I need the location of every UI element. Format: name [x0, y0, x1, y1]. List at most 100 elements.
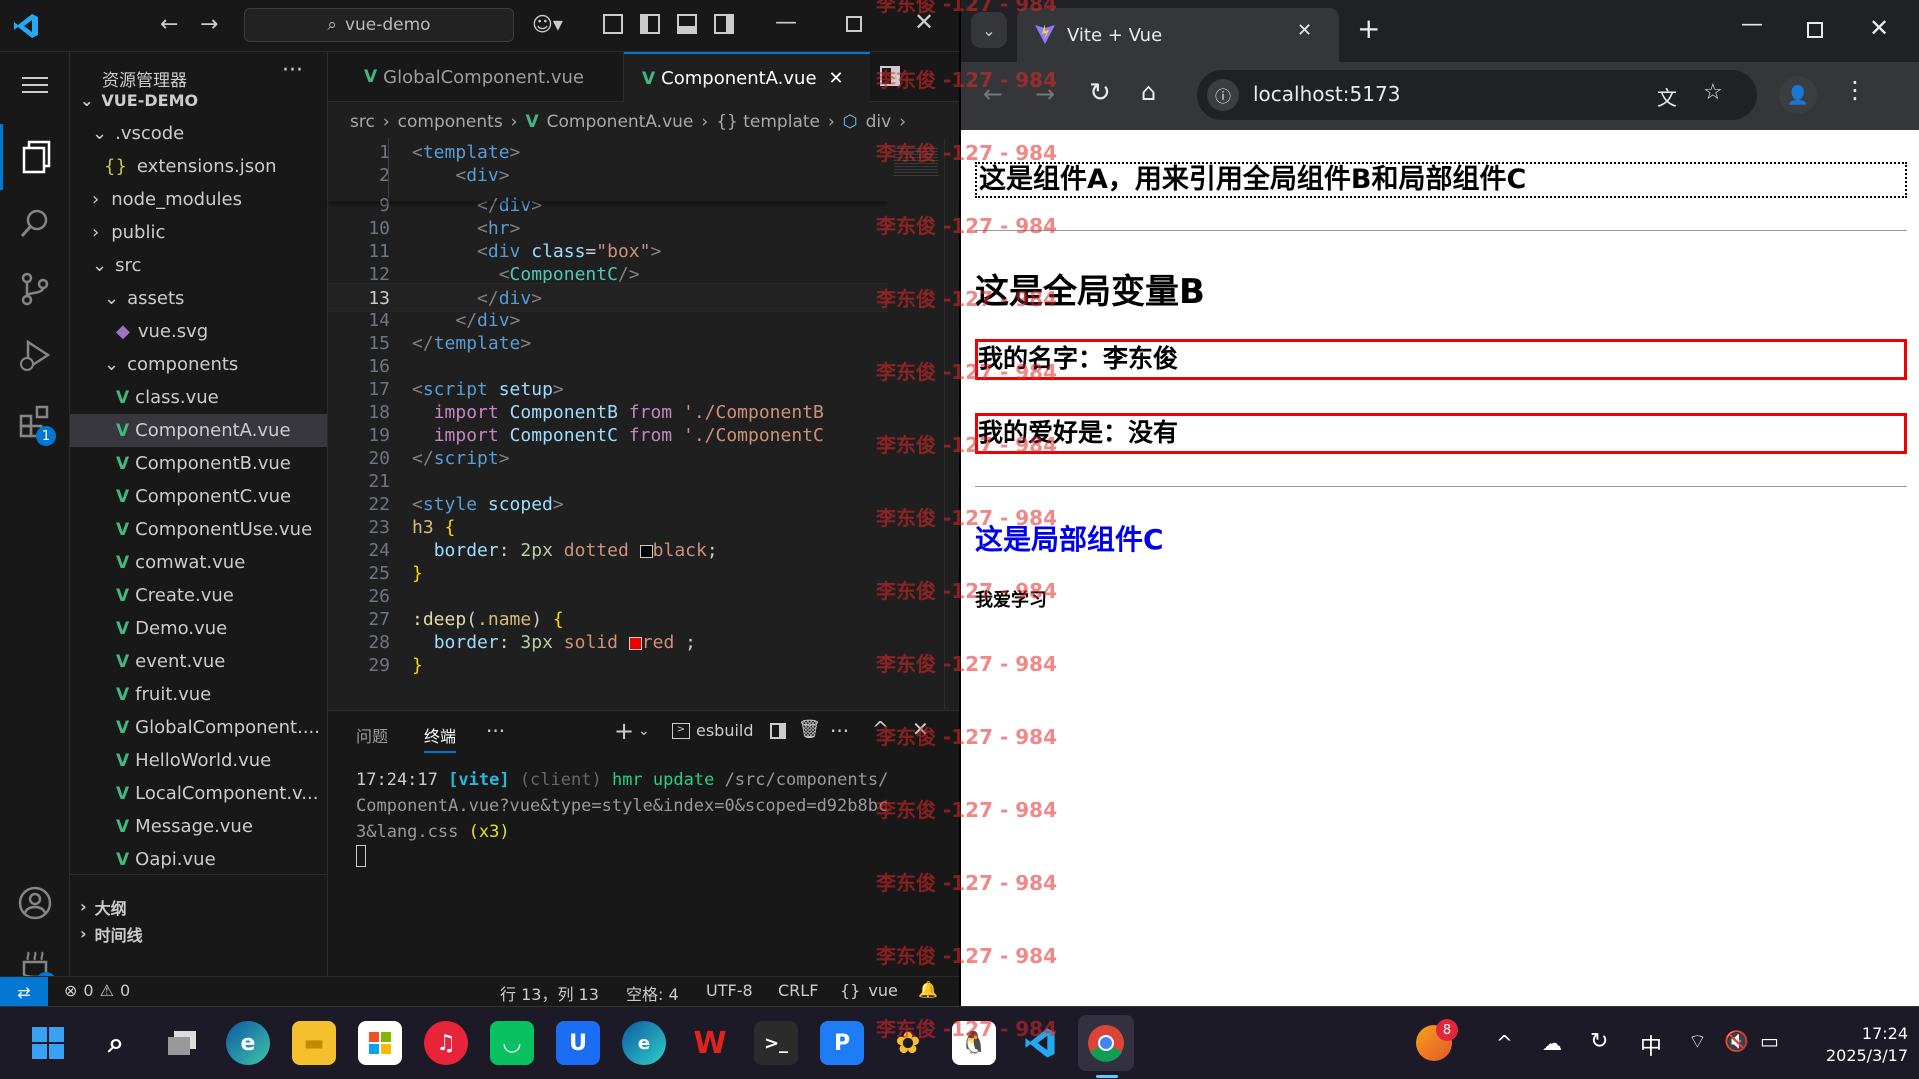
- tree-file[interactable]: {} extensions.json: [70, 150, 327, 183]
- tab-search-icon[interactable]: ⌄: [971, 12, 1007, 48]
- tree-folder[interactable]: › public: [70, 216, 327, 249]
- tree-file[interactable]: Vclass.vue: [70, 381, 327, 414]
- split-terminal-icon[interactable]: [770, 723, 786, 739]
- close-tab-icon[interactable]: ✕: [829, 68, 844, 89]
- chrome-menu-icon[interactable]: ⋮: [1843, 76, 1867, 104]
- reload-icon[interactable]: ↻: [1089, 78, 1111, 108]
- search-sidebar-icon[interactable]: [0, 190, 70, 256]
- forward-icon[interactable]: →: [1035, 80, 1055, 108]
- remote-icon[interactable]: ⇄: [0, 977, 48, 1007]
- tray-chevron-icon[interactable]: ^: [1496, 1031, 1513, 1055]
- terminal-output[interactable]: 17:24:17 [vite] (client) hmr update /src…: [356, 767, 956, 875]
- trash-icon[interactable]: 🗑: [798, 719, 821, 740]
- profile-avatar-icon[interactable]: 👤: [1779, 76, 1817, 114]
- search-icon[interactable]: ⌕: [94, 1021, 138, 1065]
- wechat-icon[interactable]: ◡: [490, 1021, 534, 1065]
- close-window-icon[interactable]: ✕: [1869, 14, 1889, 42]
- wifi-icon[interactable]: ⌔: [1688, 1029, 1707, 1054]
- tree-file[interactable]: V ComponentB.vue: [70, 447, 327, 480]
- tree-file[interactable]: V LocalComponent.v...: [70, 777, 327, 810]
- toggle-secondary-sidebar-icon[interactable]: [714, 14, 734, 34]
- customize-layout-icon[interactable]: [603, 14, 623, 34]
- store-icon[interactable]: [358, 1021, 402, 1065]
- netease-music-icon[interactable]: ♫: [424, 1021, 468, 1065]
- new-terminal-icon[interactable]: +: [614, 717, 634, 745]
- code-line[interactable]: 2 <div>: [328, 161, 888, 190]
- back-icon[interactable]: ←: [983, 80, 1003, 108]
- tree-file[interactable]: V Oapi.vue: [70, 843, 327, 876]
- ime-indicator[interactable]: 中: [1640, 1029, 1662, 1061]
- tree-file[interactable]: Vevent.vue: [70, 645, 327, 678]
- task-view-icon[interactable]: [160, 1021, 204, 1065]
- tree-file[interactable]: V HelloWorld.vue: [70, 744, 327, 777]
- home-icon[interactable]: ⌂: [1141, 78, 1156, 106]
- edge-icon[interactable]: e: [226, 1021, 270, 1065]
- file-explorer-icon[interactable]: ▬: [292, 1021, 336, 1065]
- tree-file[interactable]: V ComponentUse.vue: [70, 513, 327, 546]
- command-center-search[interactable]: ⌕ vue-demo: [244, 8, 514, 42]
- new-tab-icon[interactable]: +: [1357, 12, 1380, 45]
- terminal-more-icon[interactable]: ···: [830, 719, 849, 743]
- tree-folder[interactable]: ⌄ src: [70, 249, 327, 282]
- forward-arrow-icon[interactable]: →: [200, 12, 218, 37]
- timeline-section[interactable]: › 时间线: [70, 917, 327, 950]
- code-editor[interactable]: 1 <template> 2 <div> 9 </div> 10 <hr> 11 <div…: [328, 138, 888, 710]
- tree-file[interactable]: V GlobalComponent....: [70, 711, 327, 744]
- minimize-icon[interactable]: —: [1741, 12, 1763, 37]
- breadcrumb-item[interactable]: components: [398, 112, 503, 132]
- tab-global-component[interactable]: V GlobalComponent.vue: [328, 52, 624, 102]
- tree-file[interactable]: V Demo.vue: [70, 612, 327, 645]
- chrome-tab-active[interactable]: Vite + Vue ✕: [1017, 8, 1339, 62]
- pet-app-icon[interactable]: ✿: [886, 1021, 930, 1065]
- chrome-taskbar-icon[interactable]: [1078, 1015, 1134, 1071]
- cursor-position[interactable]: 行 13，列 13: [500, 981, 599, 1005]
- p-app-icon[interactable]: P: [820, 1021, 864, 1065]
- qq-icon[interactable]: 🐧: [952, 1021, 996, 1065]
- tab-problems[interactable]: 问题: [356, 723, 388, 747]
- menu-icon[interactable]: [0, 52, 70, 118]
- minimap[interactable]: [888, 138, 944, 710]
- maximize-panel-icon[interactable]: ^: [872, 717, 889, 741]
- volume-muted-icon[interactable]: 🔇: [1724, 1029, 1749, 1053]
- tree-folder[interactable]: ⌄ components: [70, 348, 327, 381]
- panel-more-icon[interactable]: ···: [486, 719, 505, 743]
- split-editor-icon[interactable]: [880, 66, 900, 86]
- explorer-icon[interactable]: [0, 124, 70, 190]
- tree-file[interactable]: V ComponentC.vue: [70, 480, 327, 513]
- tree-file[interactable]: ◆ vue.svg: [70, 315, 327, 348]
- encoding[interactable]: UTF-8: [706, 981, 753, 1000]
- vscode-taskbar-icon[interactable]: [1018, 1021, 1062, 1065]
- terminal-selector[interactable]: > esbuild: [672, 721, 754, 740]
- close-tab-icon[interactable]: ✕: [1297, 20, 1312, 41]
- problems-status[interactable]: ⊗ 0 ⚠ 0: [64, 981, 130, 1000]
- windows-start-icon[interactable]: [26, 1021, 70, 1065]
- breadcrumb-item[interactable]: src: [350, 112, 375, 132]
- back-arrow-icon[interactable]: ←: [160, 12, 178, 37]
- tab-component-a[interactable]: V ComponentA.vue ✕: [624, 52, 870, 103]
- tree-file[interactable]: V ComponentA.vue: [70, 414, 327, 447]
- security-shield-icon[interactable]: U: [556, 1021, 600, 1065]
- minimize-icon[interactable]: —: [775, 10, 797, 35]
- maximize-icon[interactable]: [846, 16, 862, 32]
- language-mode[interactable]: {} vue: [840, 981, 898, 1000]
- toggle-sidebar-icon[interactable]: [640, 14, 660, 34]
- bookmark-star-icon[interactable]: ☆: [1703, 80, 1723, 105]
- chevron-down-icon[interactable]: ⌄: [638, 723, 650, 739]
- wps-icon[interactable]: W: [688, 1021, 732, 1065]
- tree-file[interactable]: V Message.vue: [70, 810, 327, 843]
- tree-folder[interactable]: ⌄ .vscode: [70, 117, 327, 150]
- tree-folder[interactable]: ⌄ assets: [70, 282, 327, 315]
- tree-file[interactable]: Vcomwat.vue: [70, 546, 327, 579]
- run-debug-icon[interactable]: [0, 322, 70, 388]
- code-line[interactable]: 29}: [328, 651, 888, 680]
- cloud-icon[interactable]: ☁: [1542, 1031, 1562, 1055]
- breadcrumb-item[interactable]: ComponentA.vue: [547, 112, 694, 132]
- address-bar[interactable]: ⓘ localhost:5173 文 ☆: [1197, 70, 1757, 120]
- accounts-icon[interactable]: [0, 870, 70, 936]
- toggle-panel-icon[interactable]: [677, 14, 697, 34]
- breadcrumb-item[interactable]: {} template: [716, 112, 820, 132]
- tree-file[interactable]: Vfruit.vue: [70, 678, 327, 711]
- site-info-icon[interactable]: ⓘ: [1207, 79, 1239, 111]
- extensions-icon[interactable]: 1: [0, 388, 70, 454]
- more-actions-icon[interactable]: ···: [282, 58, 303, 83]
